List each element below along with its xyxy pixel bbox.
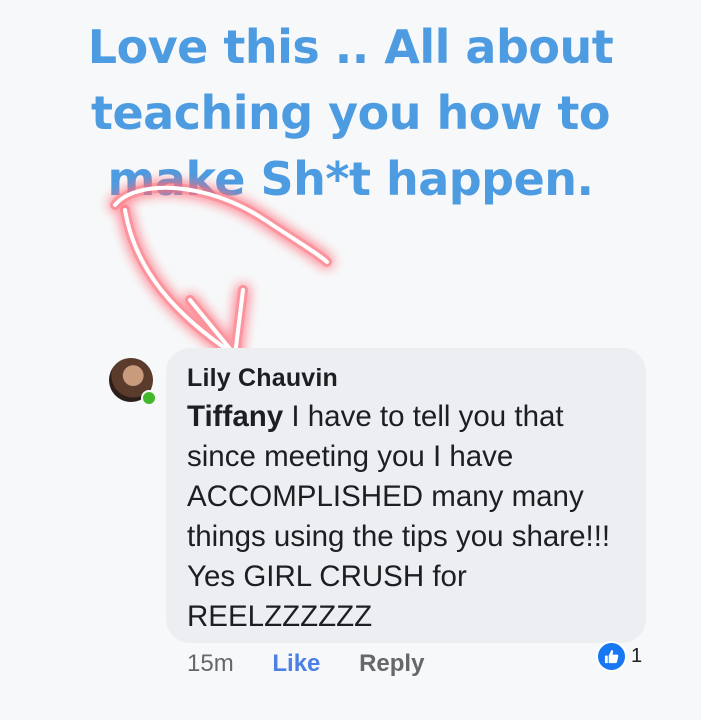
headline-line-3: make Sh*t happen. xyxy=(107,152,594,206)
comment-timestamp[interactable]: 15m xyxy=(187,650,234,677)
reaction-summary[interactable]: 1 xyxy=(596,640,643,672)
reaction-count: 1 xyxy=(631,644,643,667)
comment-actions: 15m Like Reply xyxy=(187,650,456,678)
comment-body: I have to tell you that since meeting yo… xyxy=(187,400,611,633)
headline: Love this .. All about teaching you how … xyxy=(0,14,701,212)
comment-author[interactable]: Lily Chauvin xyxy=(187,364,338,393)
headline-line-1: Love this .. All about xyxy=(87,20,614,74)
comment-text: Tiffany I have to tell you that since me… xyxy=(187,397,632,637)
mention-tag[interactable]: Tiffany xyxy=(187,400,283,433)
like-button[interactable]: Like xyxy=(272,650,320,677)
reply-button[interactable]: Reply xyxy=(359,650,424,677)
thumbs-up-icon xyxy=(596,640,627,672)
online-status-icon xyxy=(141,390,157,406)
headline-line-2: teaching you how to xyxy=(90,86,611,140)
